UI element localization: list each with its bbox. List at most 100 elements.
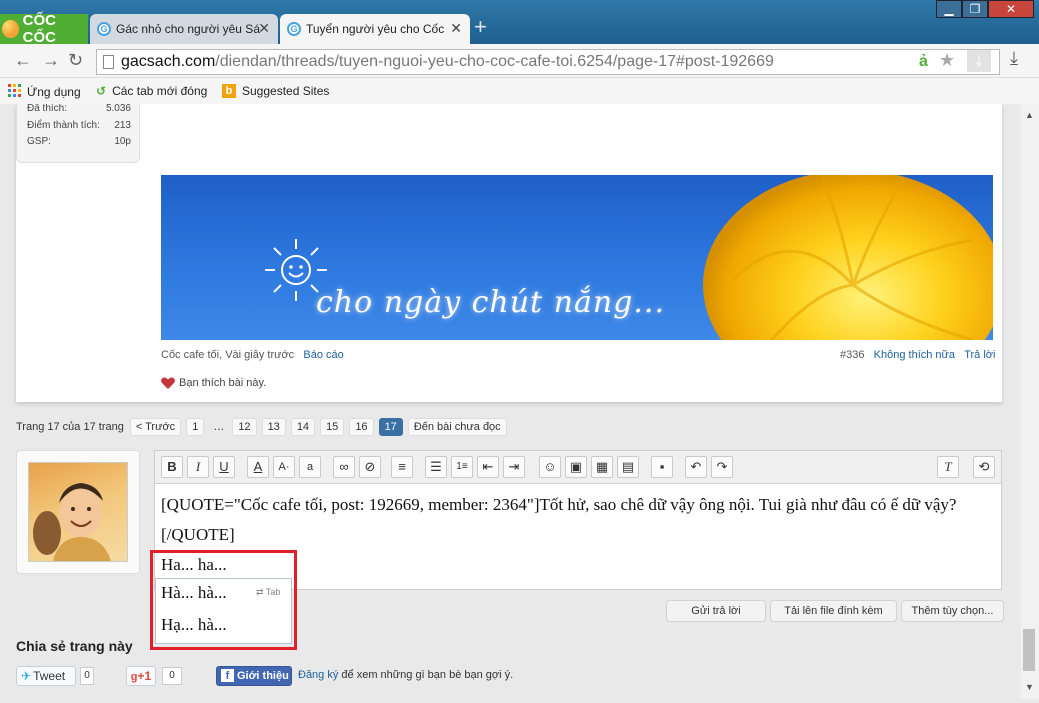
bookmark-label: Suggested Sites (242, 84, 330, 98)
history-icon: ↺ (96, 84, 107, 98)
minimize-button[interactable]: ▁ (936, 0, 962, 18)
submit-reply-button[interactable]: Gửi trả lời (666, 600, 766, 622)
text-color-button[interactable]: A (247, 456, 269, 478)
numbered-list-icon[interactable]: 1≡ (451, 456, 473, 478)
redo-icon[interactable]: ↷ (711, 456, 733, 478)
scroll-up-icon[interactable]: ▲ (1025, 110, 1034, 120)
coccoc-dictionary-icon[interactable]: ả (919, 50, 928, 74)
page-14-button[interactable]: 14 (290, 418, 316, 436)
post-author-time[interactable]: Cốc cafe tối, Vài giây trước (161, 349, 294, 361)
image-icon[interactable]: ▣ (565, 456, 587, 478)
align-icon[interactable]: ≡ (391, 456, 413, 478)
browser-brand: CỐC CỐC (22, 12, 56, 46)
address-url: gacsach.com/diendan/threads/tuyen-nguoi-… (121, 53, 774, 70)
font-size-button[interactable]: A· (273, 456, 295, 478)
reply-avatar-box (16, 450, 140, 574)
facebook-signup-text: Đăng ký để xem những gì bạn bè bạn gợi ý… (298, 669, 513, 681)
yellow-flower-image (703, 175, 993, 340)
page-16-button[interactable]: 16 (349, 418, 374, 436)
gplus-button[interactable]: g+1 (126, 666, 156, 686)
tab-title: Tuyển người yêu cho Cốc (306, 22, 445, 36)
page-13-button[interactable]: 13 (261, 418, 286, 436)
bookmarks-bar: Ứng dụng ↺ Các tab mới đóng b Suggested … (0, 78, 1039, 104)
report-link[interactable]: Báo cáo (303, 349, 343, 361)
tab-gac-nho[interactable]: G Gác nhỏ cho người yêu Sá ✕ (90, 14, 278, 44)
bold-button[interactable]: B (161, 456, 183, 478)
bookmark-label: Ứng dụng (27, 85, 81, 99)
share-title: Chia sẻ trang này (16, 638, 133, 654)
facebook-like-button[interactable]: f Giới thiệu (216, 666, 292, 686)
page-scrollbar[interactable]: ▲ ▼ (1021, 104, 1039, 699)
forward-icon[interactable]: → (42, 50, 60, 71)
page-icon (103, 55, 114, 69)
downloads-icon[interactable]: ⤓ (1010, 48, 1018, 69)
pagination-summary: Trang 17 của 17 trang (16, 421, 124, 433)
bookmark-apps[interactable]: Ứng dụng (8, 84, 81, 100)
prev-page-button[interactable]: < Trước (129, 418, 182, 436)
liked-text: Bạn thích bài này. (179, 377, 267, 389)
post-number[interactable]: #336 (840, 349, 864, 361)
scroll-down-icon[interactable]: ▼ (1025, 682, 1034, 692)
address-bar[interactable]: gacsach.com/diendan/threads/tuyen-nguoi-… (96, 49, 1000, 75)
unlike-link[interactable]: Không thích nữa (874, 349, 955, 361)
font-family-button[interactable]: a (299, 456, 321, 478)
bookmark-suggested-sites[interactable]: b Suggested Sites (222, 84, 329, 98)
new-tab-icon[interactable]: + (474, 16, 496, 38)
reply-link[interactable]: Trả lời (964, 349, 995, 361)
indent-icon[interactable]: ⇥ (503, 456, 525, 478)
download-page-icon[interactable]: ⤓ (967, 50, 991, 72)
page-1-button[interactable]: 1 (186, 418, 205, 436)
avatar[interactable] (28, 462, 128, 562)
undo-icon[interactable]: ↶ (685, 456, 707, 478)
toggle-bbcode-icon[interactable]: ⟲ (973, 456, 995, 478)
browser-toolbar: ← → ↻ gacsach.com/diendan/threads/tuyen-… (0, 44, 1039, 78)
quote-text: [QUOTE="Cốc cafe tối, post: 192669, memb… (161, 495, 957, 544)
more-options-button[interactable]: Thêm tùy chọn... (901, 600, 1004, 622)
close-tab-icon[interactable]: ✕ (258, 20, 270, 37)
post-meta-right: #336 Không thích nữa Trả lời (840, 349, 995, 361)
signature-banner: cho ngày chút nắng... (161, 175, 993, 340)
tweet-count: 0 (80, 667, 94, 685)
bullet-list-icon[interactable]: ☰ (425, 456, 447, 478)
code-icon[interactable]: ▤ (617, 456, 639, 478)
page-content: Đã thích: 5.036 Điểm thành tích: 213 GSP: 1… (0, 104, 1021, 699)
page-12-button[interactable]: 12 (232, 418, 257, 436)
bookmark-star-icon[interactable]: ★ (939, 48, 955, 72)
site-favicon-icon: G (287, 22, 301, 36)
stat-likes: Đã thích: 5.036 (27, 104, 131, 114)
site-favicon-icon: G (97, 22, 111, 36)
post-meta-left: Cốc cafe tối, Vài giây trước Báo cáo (161, 349, 344, 361)
scrollbar-thumb[interactable] (1023, 629, 1035, 671)
stat-points: Điểm thành tích: 213 (27, 120, 131, 131)
upload-attachment-button[interactable]: Tải lên file đính kèm (770, 600, 897, 622)
bookmark-label: Các tab mới đóng (112, 84, 208, 98)
smiley-icon[interactable]: ☺ (539, 456, 561, 478)
tab-title: Gác nhỏ cho người yêu Sá (116, 22, 260, 36)
link-icon[interactable]: ∞ (333, 456, 355, 478)
page-15-button[interactable]: 15 (320, 418, 345, 436)
forum-post: Đã thích: 5.036 Điểm thành tích: 213 GSP: 1… (16, 104, 1002, 402)
outdent-icon[interactable]: ⇤ (477, 456, 499, 478)
back-icon[interactable]: ← (14, 50, 32, 71)
unread-posts-button[interactable]: Đến bài chưa đọc (407, 418, 507, 436)
page-17-current[interactable]: 17 (378, 418, 403, 436)
media-icon[interactable]: ▦ (591, 456, 613, 478)
pagination: Trang 17 của 17 trang < Trước 1 … 12 13 … (16, 417, 512, 437)
underline-button[interactable]: U (213, 456, 235, 478)
editor-toolbar: B I U A A· a ∞ ⊘ ≡ ☰ 1≡ ⇤ ⇥ ☺ ▣ ▦ ▤ ▪ ↶ … (154, 450, 1002, 484)
bookmark-recent-tabs[interactable]: ↺ Các tab mới đóng (96, 84, 207, 98)
coccoc-logo[interactable]: CỐC CỐC (0, 12, 88, 46)
unlink-icon[interactable]: ⊘ (359, 456, 381, 478)
facebook-signup-link[interactable]: Đăng ký (298, 669, 338, 681)
twitter-bird-icon: ✈ (21, 669, 32, 683)
close-window-button[interactable]: ✕ (988, 0, 1034, 18)
tweet-button[interactable]: ✈ Tweet (16, 666, 76, 686)
italic-button[interactable]: I (187, 456, 209, 478)
tab-tuyen-nguoi-yeu[interactable]: G Tuyển người yêu cho Cốc ✕ (280, 14, 470, 44)
save-draft-icon[interactable]: ▪ (651, 456, 673, 478)
remove-format-icon[interactable]: T (937, 456, 959, 478)
reload-icon[interactable]: ↻ (68, 50, 83, 71)
restore-button[interactable]: ❐ (962, 0, 988, 18)
close-tab-icon[interactable]: ✕ (450, 20, 462, 37)
apps-grid-icon (8, 84, 21, 100)
